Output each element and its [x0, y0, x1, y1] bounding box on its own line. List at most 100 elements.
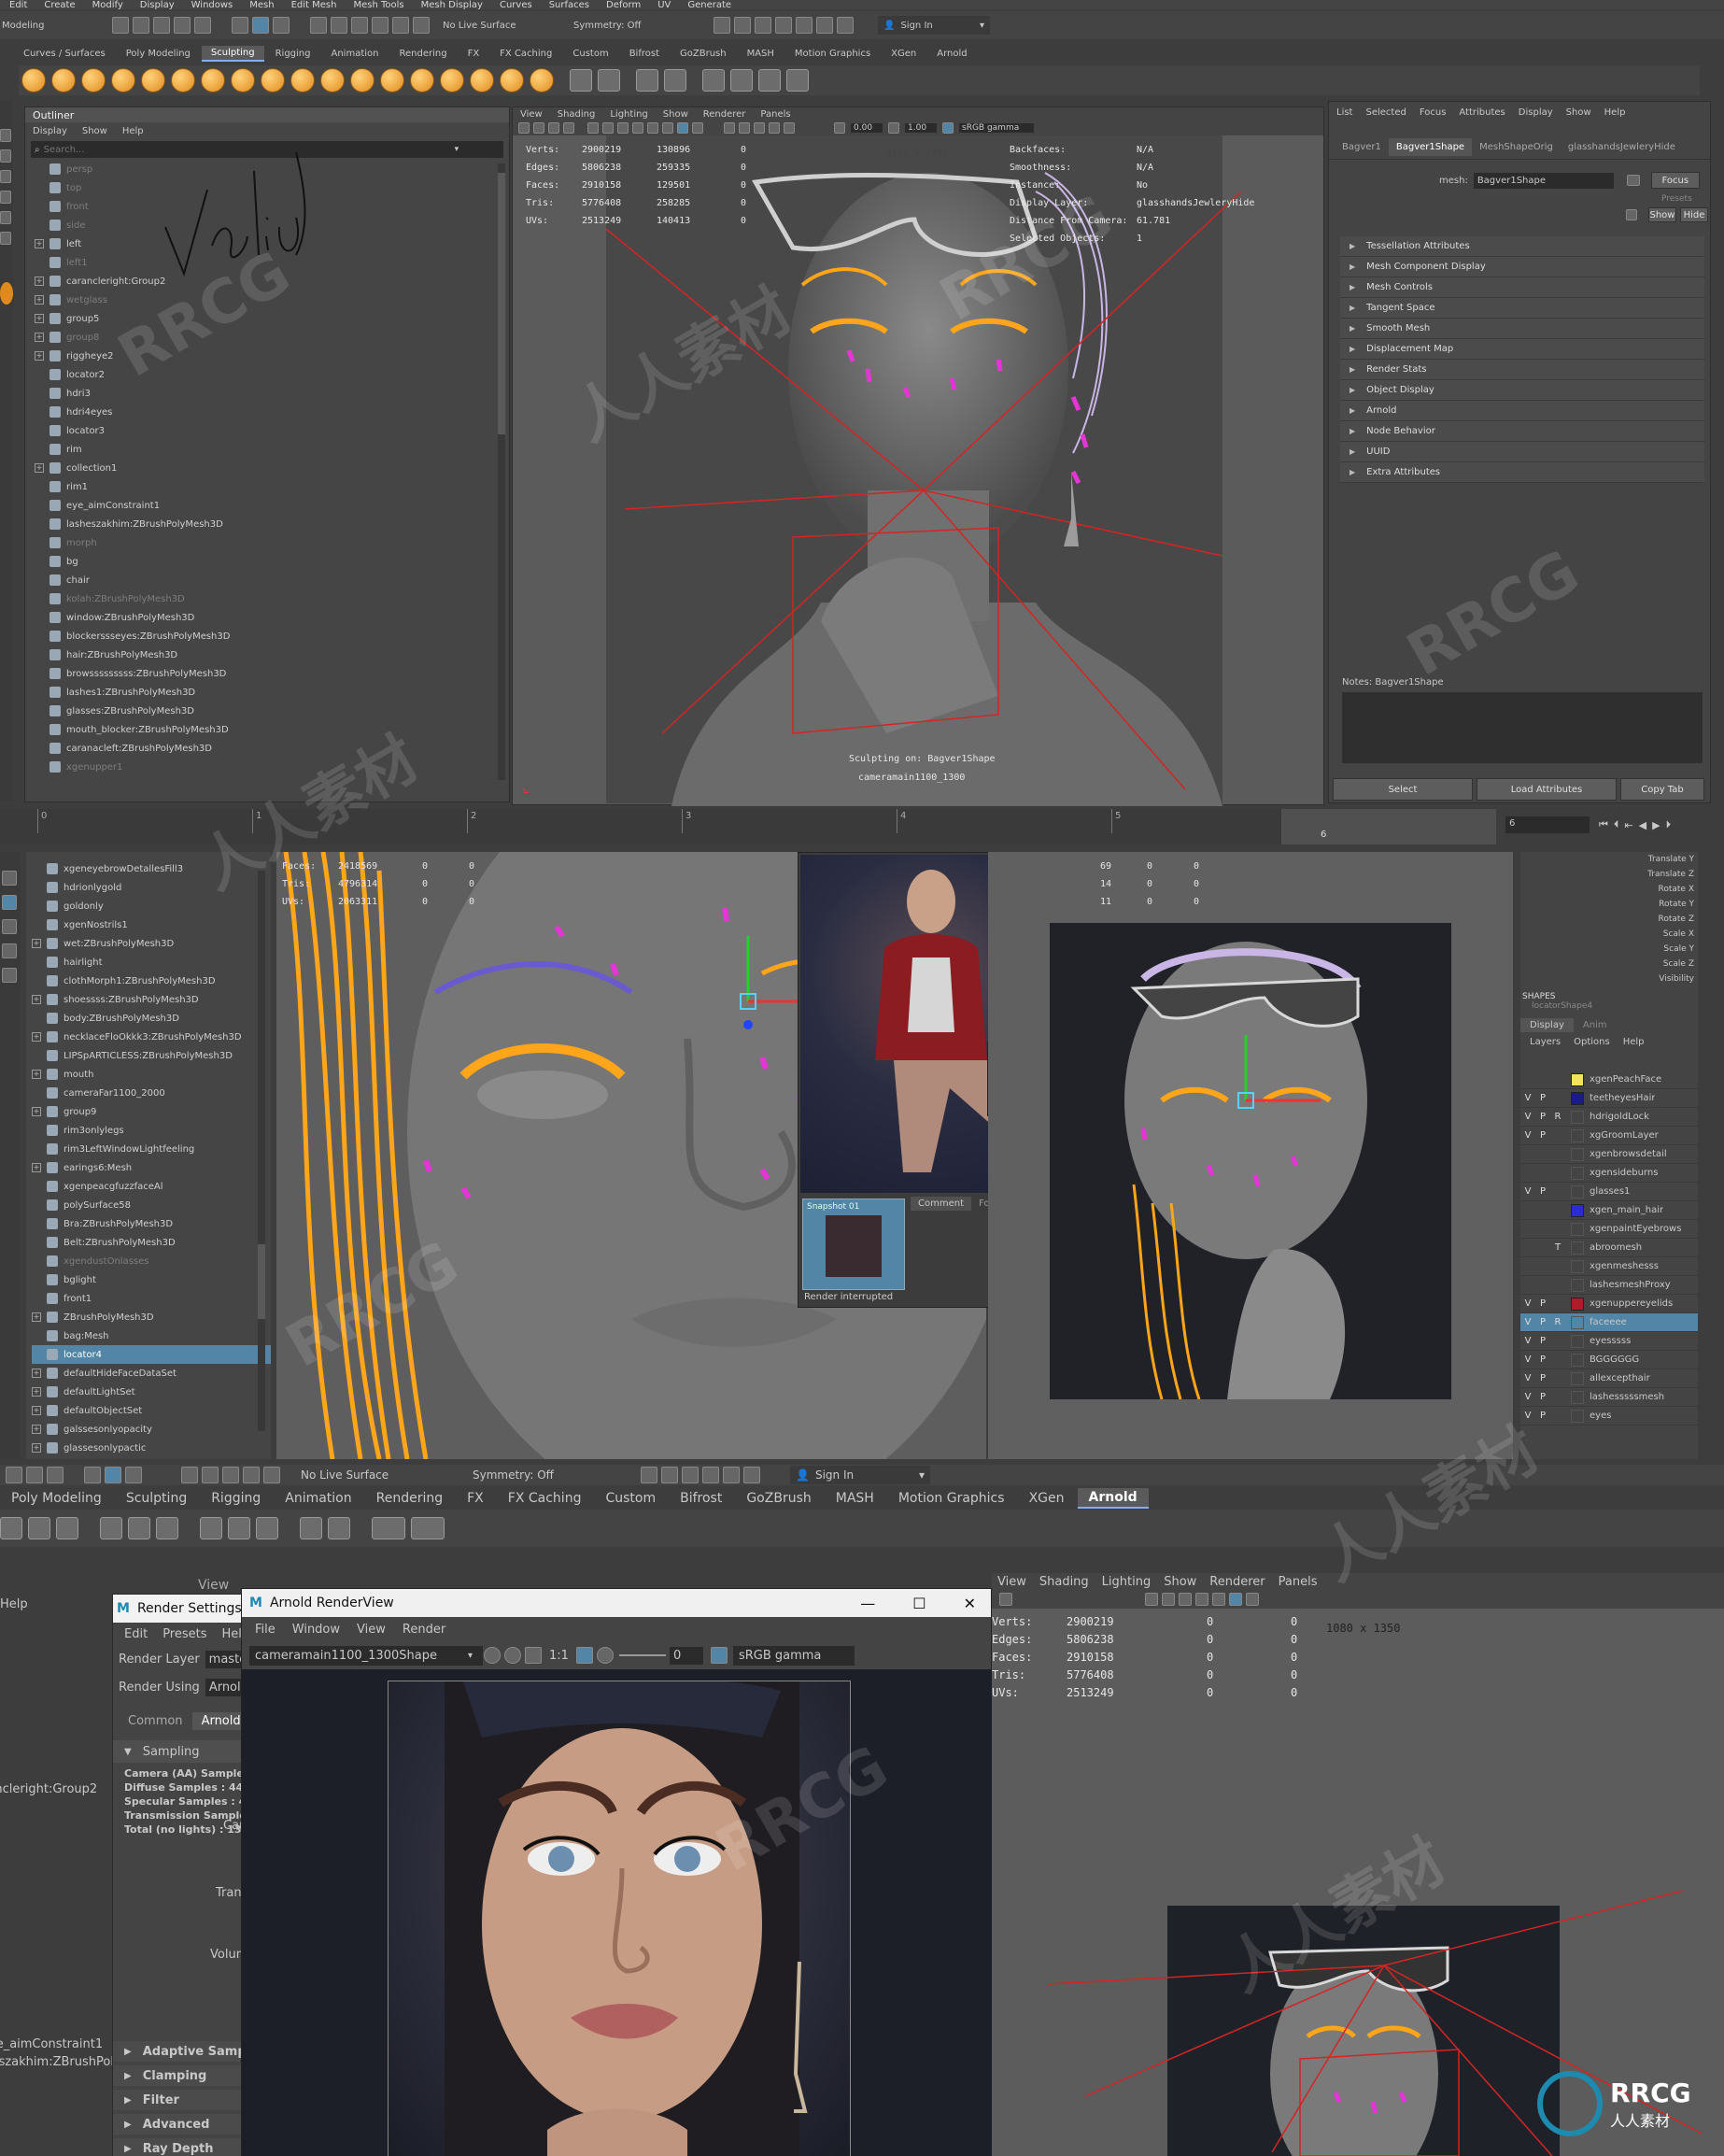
ae-section[interactable]: Smooth Mesh [1340, 319, 1704, 339]
rv-exposure-slider[interactable] [618, 1654, 666, 1656]
rv-menu-window[interactable]: Window [292, 1623, 340, 1637]
ipr-icon[interactable] [411, 1517, 445, 1539]
layer-menu-layers[interactable]: Layers [1530, 1037, 1561, 1047]
layer-toggle-v[interactable]: V [1520, 1392, 1535, 1402]
layer-color-swatch[interactable] [1571, 1353, 1584, 1367]
bottom-outliner-item-1[interactable]: carancleright:Group2 [0, 1782, 121, 1796]
grab-tool-icon[interactable] [111, 68, 135, 92]
time-slider[interactable]: 0 1 2 3 4 5 6 6 [0, 809, 1496, 844]
outliner-item[interactable]: locator3 [35, 421, 509, 440]
bottom-render-settings-icon[interactable] [702, 1467, 719, 1483]
snap-point-icon[interactable] [351, 17, 368, 34]
outliner-item[interactable]: + galssesonlyopacity [32, 1420, 271, 1439]
expand-icon[interactable]: + [35, 277, 44, 286]
channel-attribute[interactable]: Scale X [1520, 927, 1694, 942]
rv-exposure-field[interactable]: 0 [669, 1646, 703, 1665]
outliner-item[interactable]: xgeneyebrowDetallesFill3 [32, 859, 271, 878]
ae-copy-icon[interactable] [1626, 209, 1637, 220]
layer-color-swatch[interactable] [1571, 1110, 1584, 1124]
snap-live-icon[interactable] [413, 17, 430, 34]
layer-toggle-p[interactable]: P [1535, 1355, 1550, 1365]
render-frame-icon[interactable] [714, 17, 730, 34]
layer-color-swatch[interactable] [1571, 1259, 1584, 1273]
rs-section[interactable]: ▶ Clamping [113, 2065, 253, 2086]
ae-tab-shape[interactable]: Bagver1Shape [1388, 138, 1473, 156]
shelf-tab-poly-modeling[interactable]: Poly Modeling [117, 47, 200, 61]
display-layer[interactable]: xgen_main_hair [1520, 1201, 1698, 1220]
display-layer[interactable]: Tabroomesh [1520, 1239, 1698, 1257]
outliner-item[interactable]: goldonly [32, 897, 271, 915]
menu-uv[interactable]: UV [657, 0, 671, 9]
display-layer[interactable]: V Peyes [1520, 1407, 1698, 1426]
bottom-redo-icon[interactable] [47, 1467, 64, 1483]
display-layer[interactable]: xgenpaintEyebrows [1520, 1220, 1698, 1239]
ae-copy-tab-button[interactable]: Copy Tab [1620, 778, 1704, 801]
menu-edit-mesh[interactable]: Edit Mesh [291, 0, 337, 9]
bvp-isolate-icon[interactable] [1246, 1593, 1259, 1606]
channel-attribute[interactable]: Visibility [1520, 972, 1694, 986]
exposure-field[interactable]: 0.00 [851, 123, 883, 133]
ae-tab-orig[interactable]: MeshShapeOrig [1472, 138, 1561, 156]
outliner-item[interactable]: xgenupper1 [35, 758, 509, 776]
shelf-tab-gozbrush[interactable]: GoZBrush [671, 47, 736, 61]
layer-toggle-v[interactable]: V [1520, 1130, 1535, 1141]
snap-grid-icon[interactable] [310, 17, 327, 34]
dof-icon[interactable] [769, 122, 780, 134]
rotate-tool-icon[interactable] [0, 211, 11, 224]
shelf-tab-arnold[interactable]: Arnold [927, 47, 976, 61]
display-layer[interactable]: V P Rfaceeee [1520, 1313, 1698, 1332]
layer-toggle-v[interactable]: V [1520, 1186, 1535, 1197]
bottom-select-hierarchy-icon[interactable] [84, 1467, 101, 1483]
expand-icon[interactable]: + [35, 351, 44, 361]
relax-tool-icon[interactable] [81, 68, 106, 92]
shelf-tab-animation[interactable]: Animation [322, 47, 389, 61]
layer-tab-anim[interactable]: Anim [1574, 1018, 1617, 1032]
flatten-tool-icon[interactable] [171, 68, 195, 92]
layer-color-swatch[interactable] [1571, 1390, 1584, 1404]
layer-color-swatch[interactable] [1571, 1409, 1584, 1423]
layer-toggle-v[interactable]: V [1520, 1317, 1535, 1327]
outliner-item[interactable]: lashes1:ZBrushPolyMesh3D [35, 683, 509, 702]
layer-toggle-r[interactable]: T [1550, 1242, 1565, 1253]
outliner-item[interactable]: hdrionlygold [32, 878, 271, 897]
ae-menu-attributes[interactable]: Attributes [1459, 107, 1505, 118]
rv-menu-file[interactable]: File [255, 1623, 276, 1637]
bottom-shelf-tab-rendering[interactable]: Rendering [365, 1489, 455, 1508]
shelf-tab-rigging[interactable]: Rigging [266, 47, 320, 61]
channel-attribute[interactable]: Scale Y [1520, 942, 1694, 957]
outliner-item[interactable]: + ZBrushPolyMesh3D [32, 1308, 271, 1326]
bvp-menu-lighting[interactable]: Lighting [1102, 1575, 1152, 1589]
layer-color-swatch[interactable] [1571, 1072, 1584, 1086]
rv-region-icon[interactable] [575, 1647, 593, 1664]
go-to-start-icon[interactable]: ⏮ [1599, 818, 1608, 831]
ae-notes-field[interactable] [1342, 692, 1703, 763]
menu-create[interactable]: Create [44, 0, 75, 9]
pause-icon[interactable] [837, 17, 854, 34]
save-scene-icon[interactable] [153, 17, 170, 34]
open-scene-icon[interactable] [133, 17, 149, 34]
outliner-item[interactable]: clothMorph1:ZBrushPolyMesh3D [32, 972, 271, 990]
outliner-item[interactable]: + shoessss:ZBrushPolyMesh3D [32, 990, 271, 1009]
hypershade-icon[interactable] [796, 17, 813, 34]
outliner-item[interactable]: bglight [32, 1270, 271, 1289]
create-volume-icon[interactable] [128, 1517, 150, 1539]
bottom-snap-point-icon[interactable] [222, 1467, 239, 1483]
shelf-tab-curves-surfaces[interactable]: Curves / Surfaces [14, 47, 115, 61]
display-layer[interactable]: V P BGGGGGG [1520, 1351, 1698, 1369]
step-back-icon[interactable]: ⏴ [1614, 818, 1619, 831]
pinch-tool-icon[interactable] [141, 68, 165, 92]
layer-color-swatch[interactable] [1571, 1184, 1584, 1199]
ae-section[interactable]: Render Stats [1340, 360, 1704, 380]
ae-presets-button[interactable]: Presets [1661, 194, 1692, 204]
layer-color-swatch[interactable] [1571, 1147, 1584, 1161]
outliner-item[interactable]: xgenpeacgfuzzfaceAl [32, 1177, 271, 1196]
bottom-pause-icon[interactable] [743, 1467, 760, 1483]
bottom-arnold-icon[interactable] [723, 1467, 740, 1483]
frame-field[interactable]: 6 [1505, 816, 1590, 833]
render-icon[interactable] [372, 1517, 405, 1539]
expand-icon[interactable]: + [32, 939, 41, 948]
ae-menu-help[interactable]: Help [1604, 107, 1626, 118]
snap-surface-icon[interactable] [392, 17, 409, 34]
expand-icon[interactable]: + [32, 995, 41, 1004]
outliner-item[interactable]: mouth_blocker:ZBrushPolyMesh3D [35, 720, 509, 739]
